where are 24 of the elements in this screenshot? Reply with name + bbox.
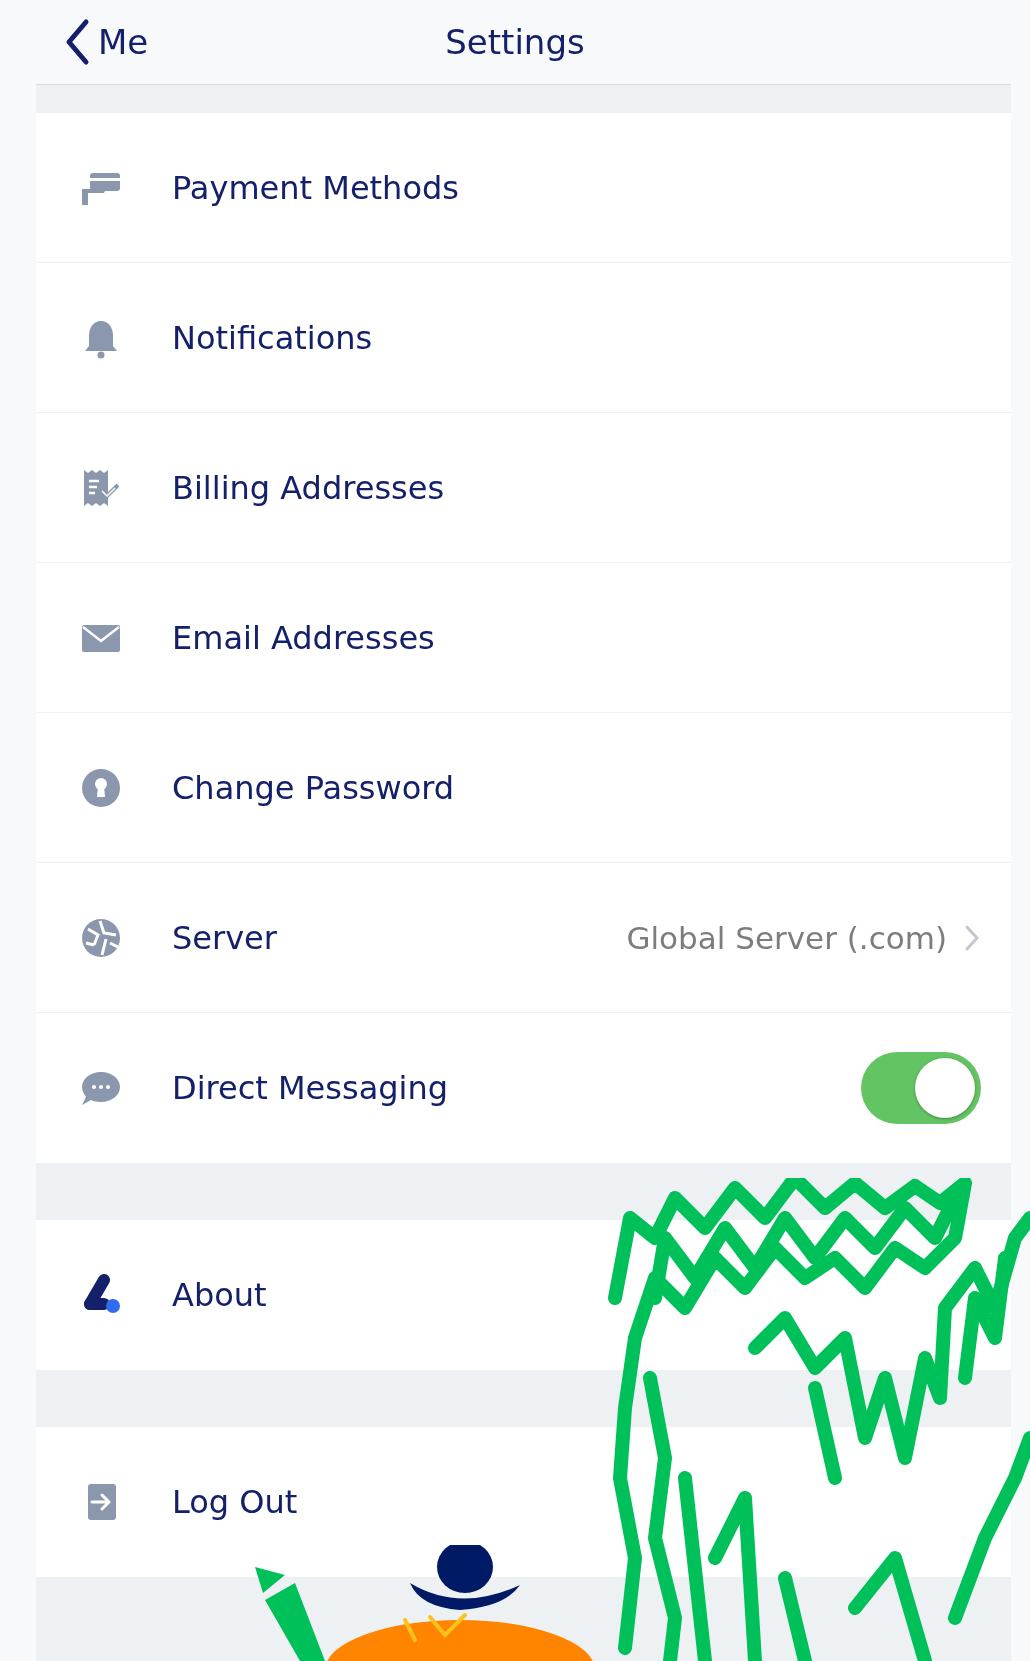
settings-row[interactable]: Email Addresses (36, 563, 1011, 713)
back-button[interactable]: Me (64, 18, 149, 66)
row-label: Email Addresses (172, 618, 436, 657)
row-label: Server (172, 918, 278, 957)
settings-row[interactable]: About (36, 1220, 1011, 1370)
settings-row[interactable]: Log Out (36, 1427, 1011, 1577)
settings-row[interactable]: Direct Messaging (36, 1013, 1011, 1163)
row-label: About (172, 1276, 268, 1314)
globe-icon (80, 916, 122, 959)
row-label: Payment Methods (172, 168, 460, 207)
row-label: Change Password (172, 768, 456, 807)
settings-row[interactable]: Server Global Server (.com) (36, 863, 1011, 1013)
row-label: Log Out (172, 1483, 299, 1521)
row-label: Billing Addresses (172, 468, 446, 507)
settings-row[interactable]: Notifications (36, 263, 1011, 413)
row-label: Direct Messaging (172, 1069, 450, 1107)
keyhole-icon (80, 766, 122, 809)
page-title: Settings (445, 22, 585, 62)
row-value: Global Server (.com) (626, 919, 947, 956)
settings-row[interactable]: Billing Addresses (36, 413, 1011, 563)
settings-row[interactable]: Change Password (36, 713, 1011, 863)
row-label: Notifications (172, 318, 374, 357)
chevron-left-icon (64, 18, 90, 66)
settings-row[interactable]: Payment Methods (36, 113, 1011, 263)
